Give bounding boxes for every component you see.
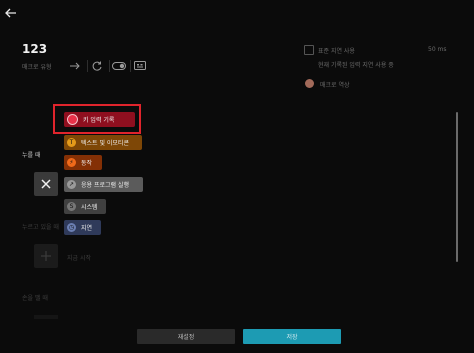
text-emoji-icon: T [67,138,76,147]
while-holding-label: 누르고 있을 때 [22,224,59,231]
delay-value: 50 ms [428,46,447,53]
menu-item-label: 시스템 [81,204,98,211]
menu-item-label: 텍스트 및 이모티콘 [81,140,129,147]
menu-item-label: 지연 [81,225,93,232]
standard-delay-label: 표준 지연 사용 [318,48,355,55]
scrollbar[interactable] [456,112,458,262]
divider [109,60,110,72]
menu-item-label: 응용 프로그램 실행 [81,182,129,189]
add-step-button[interactable] [34,244,58,268]
action-icon: ⚡ [67,158,76,167]
menu-item-label: 동작 [81,160,93,167]
menu-item-delay[interactable]: ◷ 지연 [64,220,101,235]
reset-button[interactable]: 재설정 [137,329,235,344]
on-release-label: 손을 뗄 때 [22,295,48,302]
launch-app-icon: ↗ [67,180,76,189]
menu-item-text-emoji[interactable]: T 텍스트 및 이모티콘 [64,135,142,150]
menu-item-launch-app[interactable]: ↗ 응용 프로그램 실행 [64,177,143,192]
system-icon: S [67,202,76,211]
arrow-right-icon[interactable] [67,58,83,74]
save-button[interactable]: 저장 [243,329,341,344]
macro-effect-icon [305,79,314,88]
delay-icon: ◷ [67,223,76,232]
keyboard-macro-icon[interactable] [132,58,148,74]
page-title: 123 [22,42,48,56]
back-arrow-icon[interactable] [4,5,18,19]
macro-effect-label[interactable]: 매크로 역상 [320,80,350,89]
toggle-icon[interactable] [111,58,127,74]
remove-button[interactable] [34,172,58,196]
divider [87,60,88,72]
delay-description: 현재 기록된 입력 지연 사용 중 [318,62,394,69]
plus-icon [41,251,51,261]
standard-delay-checkbox[interactable] [304,45,314,55]
highlight-box [53,104,141,134]
repeat-icon[interactable] [89,58,105,74]
release-step-slot [34,315,58,319]
menu-item-system[interactable]: S 시스템 [64,199,106,214]
menu-item-action[interactable]: ⚡ 동작 [64,155,102,170]
on-press-label: 누를 때 [22,152,41,159]
macro-type-label: 매크로 유형 [22,64,52,71]
top-caret: ˆ [234,0,238,5]
divider [130,60,131,72]
add-step-label: 지금 시작 [67,255,91,262]
close-icon [41,179,51,189]
